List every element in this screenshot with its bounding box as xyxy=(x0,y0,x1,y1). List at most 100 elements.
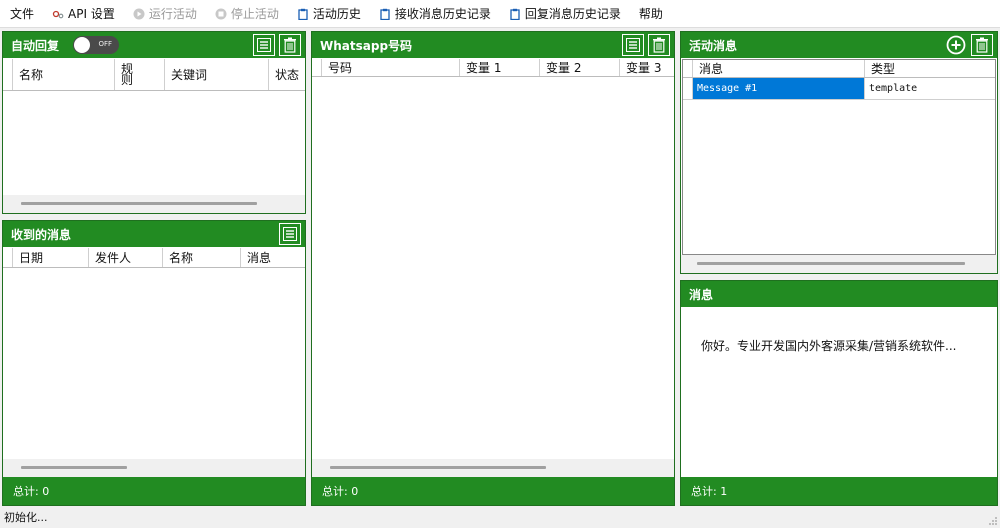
col-keyword-label: 关键词 xyxy=(171,68,208,82)
row-gutter xyxy=(3,248,13,267)
row-gutter xyxy=(683,78,693,99)
col-date[interactable]: 日期 xyxy=(13,248,89,267)
received-grid-header: 日期 发件人 名称 消息 xyxy=(3,248,305,268)
scroll-thumb[interactable] xyxy=(697,262,965,265)
col-type[interactable]: 类型 xyxy=(865,60,995,77)
auto-reply-panel: 自动回复 OFF 名称 规则 关键词 状态 xyxy=(2,31,306,214)
col-sender[interactable]: 发件人 xyxy=(89,248,163,267)
clipboard-icon xyxy=(509,8,521,20)
menu-received-history-label: 接收消息历史记录 xyxy=(394,7,491,21)
toggle-text: OFF xyxy=(98,40,113,48)
col-message-label: 消息 xyxy=(247,251,272,265)
menu-reply-history[interactable]: 回复消息历史记录 xyxy=(509,5,621,22)
trash-icon xyxy=(976,37,988,53)
campaign-add-button[interactable] xyxy=(945,34,967,56)
plus-circle-icon xyxy=(946,35,966,55)
col-var3-label: 变量 3 xyxy=(626,61,662,75)
auto-reply-delete-button[interactable] xyxy=(279,34,301,56)
menu-campaign-history[interactable]: 活动历史 xyxy=(297,5,361,22)
clipboard-icon xyxy=(297,8,309,20)
menu-stop-campaign[interactable]: 停止活动 xyxy=(215,5,279,22)
col-message[interactable]: 消息 xyxy=(693,60,865,77)
whatsapp-total: 总计: 0 xyxy=(322,485,359,498)
col-keyword[interactable]: 关键词 xyxy=(165,59,269,90)
message-total: 总计: 1 xyxy=(691,485,728,498)
campaign-grid: 消息 类型 Message #1 template xyxy=(682,59,996,255)
col-status-label: 状态 xyxy=(275,68,300,82)
received-title: 收到的消息 xyxy=(11,227,72,242)
col-var3[interactable]: 变量 3 xyxy=(620,59,672,76)
whatsapp-title: Whatsapp号码 xyxy=(320,38,413,53)
menu-reply-history-label: 回复消息历史记录 xyxy=(524,7,621,21)
toggle-knob xyxy=(74,37,91,53)
whatsapp-footer: 总计: 0 xyxy=(312,477,674,505)
auto-reply-grid-header: 名称 规则 关键词 状态 xyxy=(3,59,305,91)
col-date-label: 日期 xyxy=(19,251,44,265)
scroll-thumb[interactable] xyxy=(21,466,127,469)
scroll-thumb[interactable] xyxy=(21,202,257,205)
whatsapp-list-button[interactable] xyxy=(622,34,644,56)
row-gutter xyxy=(3,59,13,90)
menu-campaign-history-label: 活动历史 xyxy=(312,7,361,21)
campaign-delete-button[interactable] xyxy=(971,34,993,56)
auto-reply-list-button[interactable] xyxy=(253,34,275,56)
received-list-button[interactable] xyxy=(279,223,301,245)
col-message[interactable]: 消息 xyxy=(241,248,303,267)
col-var2[interactable]: 变量 2 xyxy=(540,59,620,76)
auto-reply-toggle[interactable]: OFF xyxy=(73,36,120,54)
campaign-messages-panel: 活动消息 消息 类型 Message #1 template xyxy=(680,31,998,274)
col-rule-label: 规则 xyxy=(121,61,134,87)
message-panel: 消息 你好。专业开发国内外客源采集/营销系统软件... 总计: 1 xyxy=(680,280,998,506)
col-var1[interactable]: 变量 1 xyxy=(460,59,540,76)
menu-api-settings[interactable]: API 设置 xyxy=(52,5,115,22)
col-status[interactable]: 状态 xyxy=(269,59,305,90)
received-messages-panel: 收到的消息 日期 发件人 名称 消息 总计: 0 xyxy=(2,220,306,506)
cell-type-text: template xyxy=(869,83,918,94)
menu-stop-campaign-label: 停止活动 xyxy=(230,7,279,21)
scroll-thumb[interactable] xyxy=(330,466,546,469)
col-var2-label: 变量 2 xyxy=(546,61,582,75)
menu-run-campaign[interactable]: 运行活动 xyxy=(133,5,197,22)
whatsapp-numbers-panel: Whatsapp号码 号码 变量 1 变量 2 变量 3 总计: 0 xyxy=(311,31,675,506)
menu-file[interactable]: 文件 xyxy=(10,5,34,22)
menu-received-history[interactable]: 接收消息历史记录 xyxy=(379,5,491,22)
clipboard-icon xyxy=(379,8,391,20)
col-rule[interactable]: 规则 xyxy=(115,59,165,90)
col-number-label: 号码 xyxy=(328,61,353,75)
campaign-hscrollbar[interactable] xyxy=(681,255,997,273)
play-icon xyxy=(133,8,145,20)
menu-api-settings-label: API 设置 xyxy=(68,7,115,21)
menu-run-campaign-label: 运行活动 xyxy=(148,7,197,21)
row-gutter xyxy=(683,60,693,77)
received-total: 总计: 0 xyxy=(13,485,50,498)
cell-message[interactable]: Message #1 xyxy=(693,78,865,99)
message-header: 消息 xyxy=(681,281,997,307)
campaign-title: 活动消息 xyxy=(689,38,738,53)
list-icon xyxy=(257,38,271,52)
stop-icon xyxy=(215,8,227,20)
menu-help[interactable]: 帮助 xyxy=(639,5,663,22)
whatsapp-delete-button[interactable] xyxy=(648,34,670,56)
campaign-header: 活动消息 xyxy=(681,32,997,58)
col-var1-label: 变量 1 xyxy=(466,61,502,75)
received-hscrollbar[interactable] xyxy=(3,459,305,477)
menu-file-label: 文件 xyxy=(10,7,35,21)
col-name-label: 名称 xyxy=(19,68,44,82)
table-row[interactable]: Message #1 template xyxy=(683,78,995,100)
auto-reply-grid: 名称 规则 关键词 状态 xyxy=(3,59,305,195)
auto-reply-hscrollbar[interactable] xyxy=(3,195,305,213)
status-text: 初始化... xyxy=(4,511,48,524)
resize-grip-icon[interactable] xyxy=(988,516,998,526)
col-name[interactable]: 名称 xyxy=(13,59,115,90)
col-name-label: 名称 xyxy=(169,251,194,265)
col-type-label: 类型 xyxy=(871,62,896,76)
whatsapp-grid-header: 号码 变量 1 变量 2 变量 3 xyxy=(312,59,674,77)
col-sender-label: 发件人 xyxy=(95,251,132,265)
campaign-grid-header: 消息 类型 xyxy=(683,60,995,78)
message-body-text: 你好。专业开发国内外客源采集/营销系统软件... xyxy=(701,339,957,353)
menu-help-label: 帮助 xyxy=(638,7,663,21)
whatsapp-hscrollbar[interactable] xyxy=(312,459,674,477)
cell-type[interactable]: template xyxy=(865,78,995,99)
col-name[interactable]: 名称 xyxy=(163,248,241,267)
col-number[interactable]: 号码 xyxy=(322,59,460,76)
